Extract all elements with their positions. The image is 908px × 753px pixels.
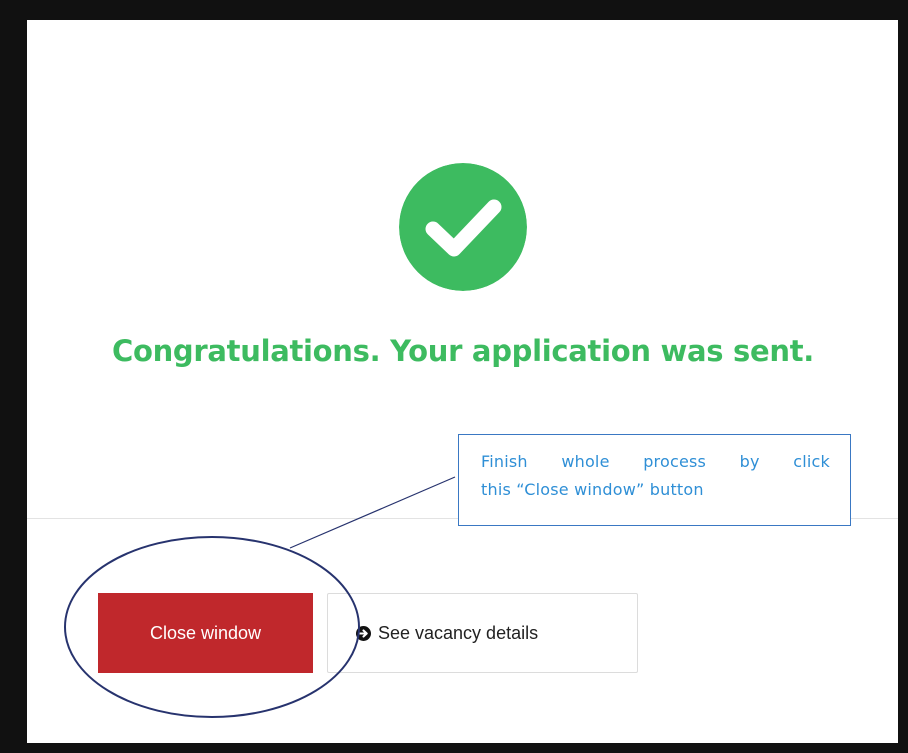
success-message: Congratulations. Your application was se… — [111, 334, 815, 368]
callout-box: Finish whole process by click this “Clos… — [458, 434, 851, 526]
arrow-circle-right-icon — [356, 625, 371, 641]
close-window-button[interactable]: Close window — [98, 593, 313, 673]
see-vacancy-details-button[interactable]: See vacancy details — [327, 593, 638, 673]
callout-text-line2: this “Close window” button — [481, 480, 704, 499]
check-circle-icon — [399, 163, 527, 291]
callout-text-line1: Finish whole process by click — [481, 452, 830, 471]
success-dialog: Congratulations. Your application was se… — [27, 20, 898, 743]
see-vacancy-details-label: See vacancy details — [378, 622, 539, 643]
check-circle-fill — [399, 163, 527, 291]
